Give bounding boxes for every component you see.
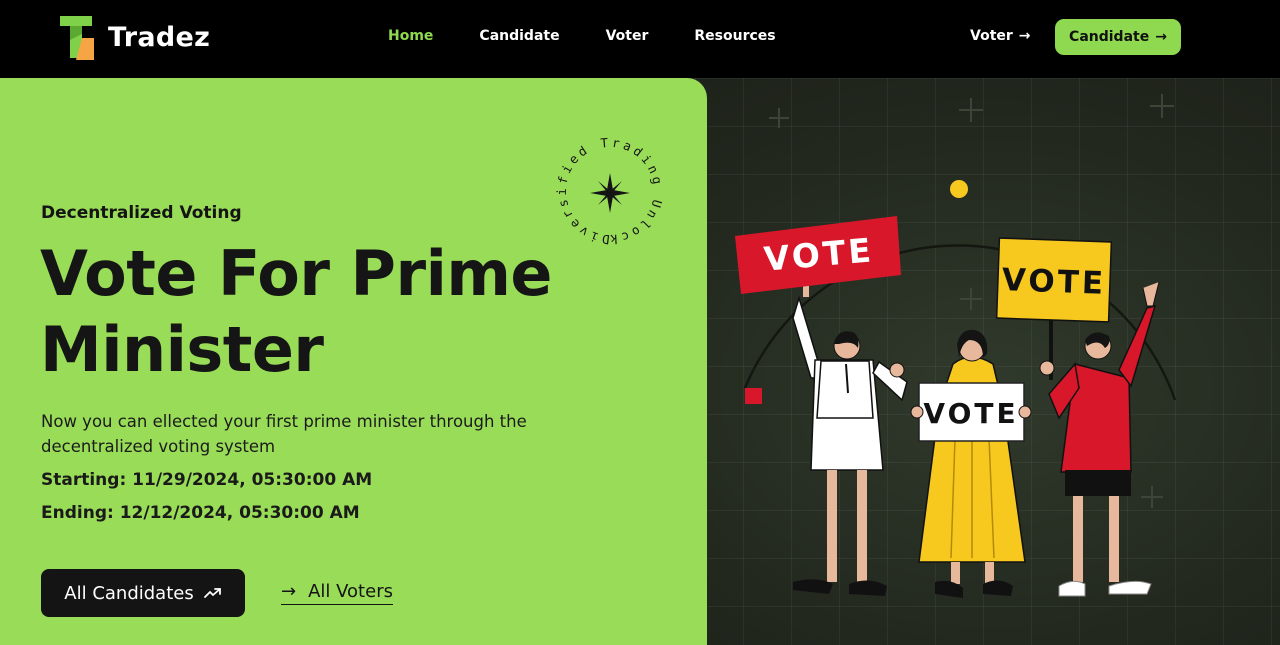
brand-name: Tradez <box>108 21 211 53</box>
candidate-cta-label: Candidate <box>1069 29 1150 45</box>
start-date: Starting: 11/29/2024, 05:30:00 AM <box>41 470 373 490</box>
brand-logo[interactable]: Tradez <box>58 14 210 60</box>
nav-link-home[interactable]: Home <box>388 28 433 44</box>
all-voters-link[interactable]: → All Voters <box>281 581 393 605</box>
person-left: VOTE <box>735 216 908 596</box>
voter-cta-link[interactable]: Voter → <box>970 28 1031 44</box>
all-candidates-label: All Candidates <box>64 582 194 604</box>
candidate-cta-button[interactable]: Candidate → <box>1055 19 1181 55</box>
hero-description: Now you can ellected your first prime mi… <box>41 412 527 456</box>
rotating-text-badge: Diversified Trading Unlocking <box>547 135 666 254</box>
end-date: Ending: 12/12/2024, 05:30:00 AM <box>41 503 360 523</box>
voting-illustration: VOTE VOTE VOTE <box>735 94 1177 598</box>
arrow-right-icon: → <box>1018 28 1031 44</box>
red-square <box>745 388 762 404</box>
person-middle: VOTE <box>910 329 1032 598</box>
star-burst-icon <box>590 173 630 213</box>
trending-up-icon <box>203 588 221 598</box>
hero-headline: Vote For Prime Minister <box>40 237 552 386</box>
tradez-logo-icon <box>60 16 94 60</box>
top-navbar: Tradez Home Candidate Voter Resources Vo… <box>0 0 1280 78</box>
yellow-dot <box>950 180 968 198</box>
main-nav: Home Candidate Voter Resources <box>388 28 822 44</box>
nav-link-candidate[interactable]: Candidate <box>479 28 559 44</box>
hero-eyebrow: Decentralized Voting <box>41 203 242 223</box>
vote-sign-yellow-text: VOTE <box>1001 262 1106 302</box>
all-voters-label: All Voters <box>308 581 393 602</box>
vote-sign-white-text: VOTE <box>923 397 1018 430</box>
all-candidates-button[interactable]: All Candidates <box>41 569 245 617</box>
arrow-right-icon: → <box>1155 29 1167 45</box>
arrow-right-icon: → <box>281 581 297 602</box>
nav-link-voter[interactable]: Voter <box>606 28 649 44</box>
nav-link-resources[interactable]: Resources <box>694 28 775 44</box>
voter-cta-label: Voter <box>970 28 1013 44</box>
